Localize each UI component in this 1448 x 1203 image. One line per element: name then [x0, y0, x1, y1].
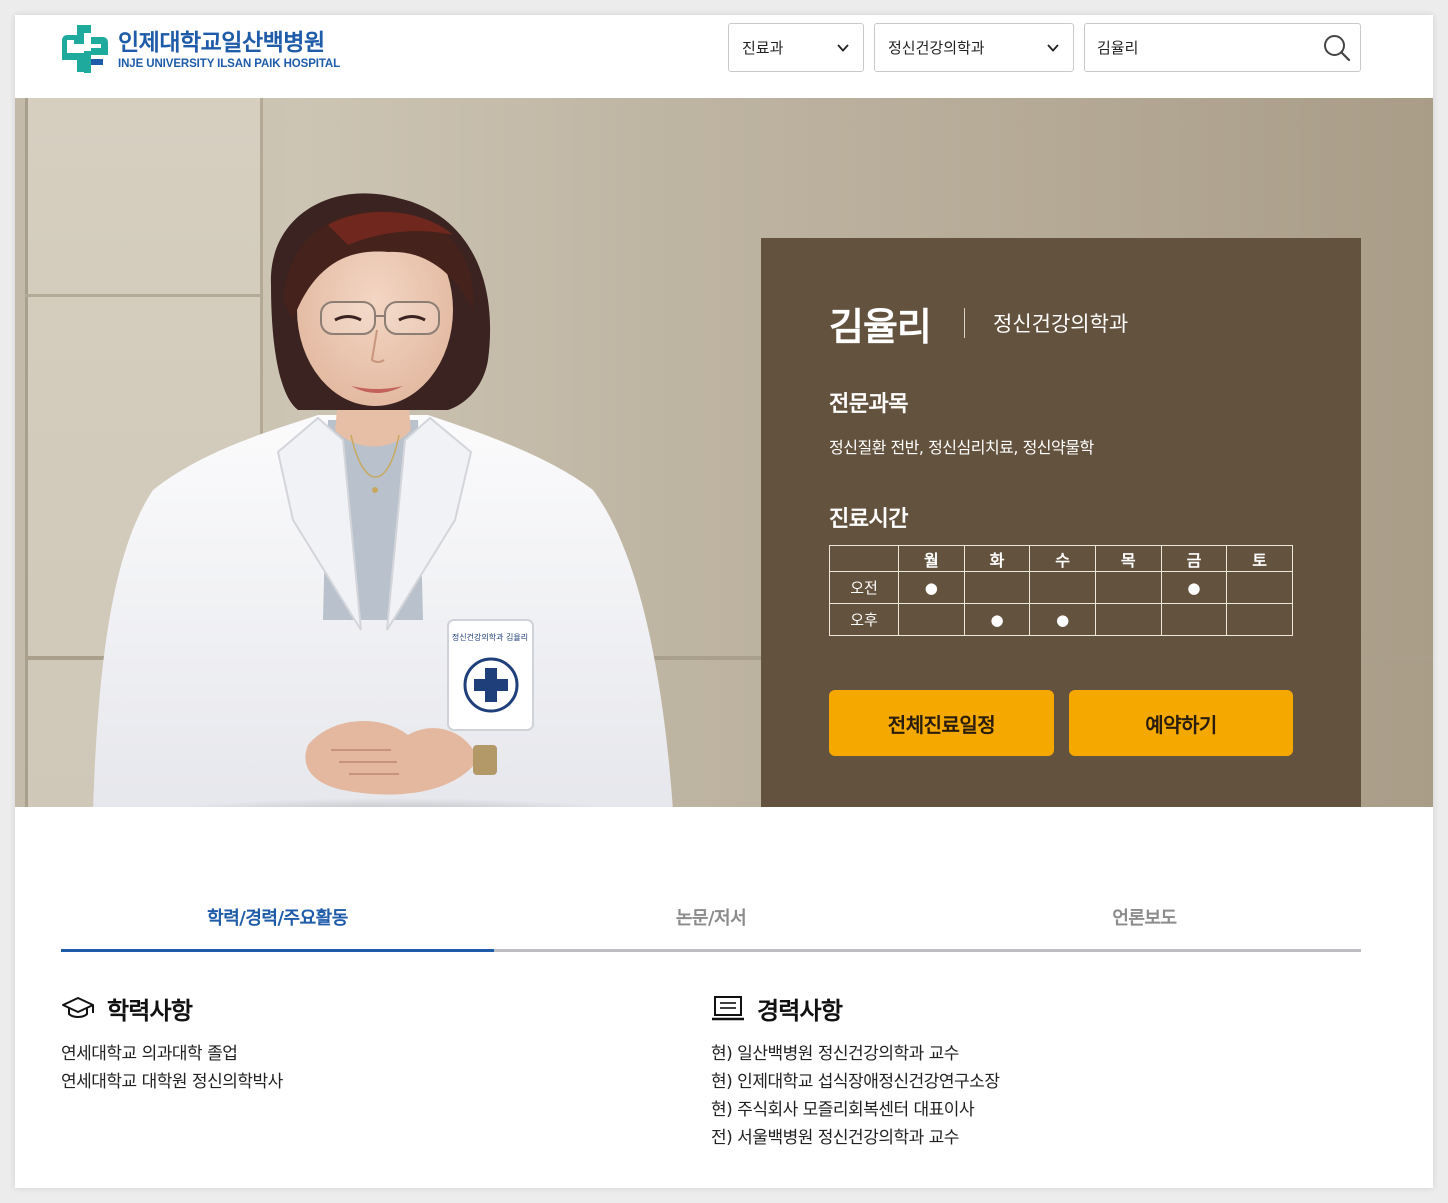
schedule-row-morning: 오전 ● ●	[829, 571, 1293, 604]
schedule-row-afternoon: 오후 ● ●	[829, 603, 1293, 636]
list-item: 전) 서울백병원 정신건강의학과 교수	[711, 1128, 959, 1148]
schedule-slot	[1094, 571, 1162, 604]
list-item: 현) 일산백병원 정신건강의학과 교수	[711, 1044, 959, 1064]
schedule-slot	[1160, 603, 1228, 636]
department-select[interactable]: 정신건강의학과	[874, 23, 1074, 72]
reserve-button[interactable]: 예약하기	[1069, 690, 1293, 756]
hospital-cross-logo-icon	[62, 25, 108, 73]
svg-text:정신건강의학과 김율리: 정신건강의학과 김율리	[452, 632, 528, 642]
full-schedule-button[interactable]: 전체진료일정	[829, 690, 1054, 756]
doctor-department: 정신건강의학과	[993, 312, 1129, 336]
doctor-hero-banner: 정신건강의학과 김율리 김율리 정신건강의학과 전문과목 정신질환 전반, 정신…	[15, 98, 1433, 807]
tab-active-indicator	[61, 949, 494, 952]
schedule-day-header: 수	[1029, 545, 1096, 572]
tab-press[interactable]: 언론보도	[928, 881, 1361, 953]
doctor-profile-page: 인제대학교일산백병원 INJE UNIVERSITY ILSAN PAIK HO…	[15, 15, 1433, 1188]
schedule-slot: ●	[1160, 571, 1228, 604]
graduation-cap-icon	[62, 997, 94, 1018]
schedule-slot	[963, 571, 1031, 604]
career-list: 현) 일산백병원 정신건강의학과 교수 현) 인제대학교 섭식장애정신건강연구소…	[711, 1040, 1000, 1152]
schedule-slot	[898, 603, 965, 636]
specialty-text: 정신질환 전반, 정신심리치료, 정신약물학	[829, 438, 1094, 457]
career-title: 경력사항	[757, 996, 843, 1025]
schedule-day-header: 월	[898, 545, 965, 572]
schedule-slot: ●	[963, 603, 1031, 636]
hospital-logo[interactable]: 인제대학교일산백병원 INJE UNIVERSITY ILSAN PAIK HO…	[60, 23, 340, 75]
schedule-day-header: 목	[1094, 545, 1162, 572]
education-section: 학력사항 연세대학교 의과대학 졸업 연세대학교 대학원 정신의학박사	[61, 990, 283, 1096]
wall-joint	[25, 98, 28, 807]
schedule-slot: ●	[1029, 603, 1096, 636]
doctor-photo: 정신건강의학과 김율리	[93, 193, 673, 807]
schedule-day-header: 토	[1226, 545, 1293, 572]
doctor-search-box	[1084, 23, 1361, 72]
hospital-name-en: INJE UNIVERSITY ILSAN PAIK HOSPITAL	[118, 57, 341, 70]
category-select[interactable]: 진료과	[728, 23, 864, 72]
clinic-schedule-table: 월 화 수 목 금 토 오전 ● ● 오후 ● ●	[829, 545, 1293, 636]
category-select-value: 진료과	[742, 39, 784, 57]
name-divider	[964, 308, 965, 338]
header: 인제대학교일산백병원 INJE UNIVERSITY ILSAN PAIK HO…	[15, 15, 1433, 98]
schedule-slot	[1226, 603, 1293, 636]
education-title: 학력사항	[107, 996, 193, 1025]
doctor-name: 김율리	[829, 305, 932, 349]
schedule-slot	[1029, 571, 1096, 604]
chevron-down-icon	[837, 44, 849, 52]
schedule-slot	[1094, 603, 1162, 636]
schedule-row-label: 오후	[829, 603, 899, 636]
doctor-info-panel: 김율리 정신건강의학과 전문과목 정신질환 전반, 정신심리치료, 정신약물학 …	[761, 238, 1361, 807]
schedule-title: 진료시간	[829, 507, 908, 532]
list-item: 연세대학교 의과대학 졸업	[61, 1044, 238, 1064]
schedule-header-row: 월 화 수 목 금 토	[829, 545, 1293, 572]
chevron-down-icon	[1047, 44, 1059, 52]
department-select-value: 정신건강의학과	[888, 39, 985, 57]
tab-papers[interactable]: 논문/저서	[494, 881, 928, 953]
profile-tabs: 학력/경력/주요활동 논문/저서 언론보도	[61, 881, 1361, 953]
schedule-day-header: 금	[1160, 545, 1228, 572]
list-item: 현) 인제대학교 섭식장애정신건강연구소장	[711, 1072, 1000, 1092]
schedule-row-label: 오전	[829, 571, 899, 604]
doctor-search-input[interactable]	[1085, 24, 1315, 71]
career-section: 경력사항 현) 일산백병원 정신건강의학과 교수 현) 인제대학교 섭식장애정신…	[711, 990, 1000, 1152]
hospital-name-ko: 인제대학교일산백병원	[118, 29, 325, 56]
search-icon[interactable]	[1322, 33, 1352, 63]
specialty-title: 전문과목	[829, 392, 908, 417]
monitor-icon	[712, 996, 744, 1021]
education-list: 연세대학교 의과대학 졸업 연세대학교 대학원 정신의학박사	[61, 1040, 283, 1096]
list-item: 연세대학교 대학원 정신의학박사	[61, 1072, 283, 1092]
schedule-slot: ●	[898, 571, 965, 604]
list-item: 현) 주식회사 모즐리회복센터 대표이사	[711, 1100, 975, 1120]
tab-education-career[interactable]: 학력/경력/주요활동	[61, 881, 494, 953]
schedule-day-header: 화	[963, 545, 1031, 572]
schedule-slot	[1226, 571, 1293, 604]
schedule-corner-cell	[829, 545, 899, 572]
